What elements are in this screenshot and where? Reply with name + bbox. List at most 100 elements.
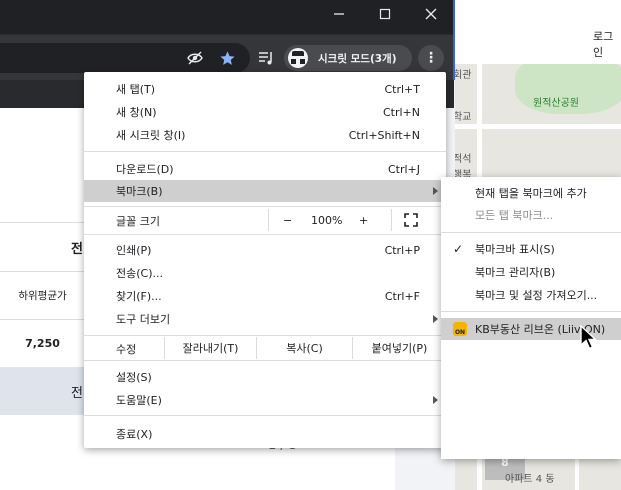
submenu-item-label: 북마크 관리자(B): [475, 266, 556, 279]
zoom-in-button[interactable]: +: [359, 214, 368, 227]
table-cell-value: 7,250: [0, 319, 85, 367]
eye-off-icon: [187, 51, 203, 65]
menu-item-label: 찾기(F)...: [116, 290, 162, 303]
menu-item-new-incognito-window[interactable]: 새 시크릿 창(I) Ctrl+Shift+N: [84, 124, 446, 146]
menu-item-exit[interactable]: 종료(X): [84, 423, 446, 445]
incognito-icon: [288, 48, 308, 68]
zoom-level: 100%: [311, 213, 343, 227]
menu-item-shortcut: Ctrl+J: [387, 162, 420, 176]
submenu-arrow-icon: [433, 396, 438, 404]
menu-item-label: 도움말(E): [116, 394, 162, 407]
submenu-arrow-icon: [433, 315, 438, 323]
secondary-window-header: 로그인: [455, 0, 621, 64]
title-bar: [0, 0, 454, 34]
menu-item-shortcut: Ctrl+T: [384, 82, 420, 96]
map-label: 적석: [455, 154, 472, 165]
map-label: 회관: [455, 70, 472, 81]
menu-item-label: 북마크(B): [116, 185, 163, 198]
reading-list-icon: [259, 52, 272, 65]
menu-item-label: 다운로드(D): [116, 163, 174, 176]
menu-item-label: 인쇄(P): [116, 244, 152, 257]
chrome-main-menu: 새 탭(T) Ctrl+T 새 창(N) Ctrl+N 새 시크릿 창(I) C…: [84, 72, 446, 448]
submenu-item-show-bookmarks-bar[interactable]: ✓ 북마크바 표시(S): [441, 238, 621, 260]
paste-button[interactable]: 붙여넣기(P): [352, 337, 446, 359]
menu-item-settings[interactable]: 설정(S): [84, 366, 446, 388]
menu-item-downloads[interactable]: 다운로드(D) Ctrl+J: [84, 158, 446, 180]
map-label-bottom: 아파트 4 동: [505, 474, 555, 485]
address-bar[interactable]: [0, 43, 250, 73]
table-header: 전: [71, 241, 83, 257]
fullscreen-icon: [404, 213, 418, 227]
menu-separator: [441, 311, 621, 312]
menu-item-label: 새 시크릿 창(I): [116, 129, 186, 142]
incognito-indicator[interactable]: 시크릿 모드(3개): [284, 45, 412, 71]
maximize-button[interactable]: [362, 0, 408, 28]
tracking-protection-button[interactable]: [185, 48, 205, 68]
fullscreen-button[interactable]: [404, 213, 418, 230]
table-column-label: 하위평균가: [0, 271, 85, 319]
bookmark-star-button[interactable]: [217, 48, 237, 68]
reading-list-button[interactable]: [256, 48, 276, 68]
menu-item-cast[interactable]: 전송(C)...: [84, 262, 446, 284]
menu-item-more-tools[interactable]: 도구 더보기: [84, 308, 446, 330]
kb-liiv-on-icon: ON: [453, 322, 467, 336]
menu-item-label: 설정(S): [116, 371, 152, 384]
menu-separator: [84, 335, 446, 336]
menu-item-shortcut: Ctrl+Shift+N: [348, 128, 420, 142]
checkmark-icon: ✓: [453, 242, 464, 256]
zoom-row: 글꼴 크기 − 100% +: [84, 208, 446, 232]
menu-kebab-icon: ⋮: [424, 50, 438, 66]
zoom-controls: − 100% +: [268, 209, 392, 231]
edit-label: 수정: [116, 343, 137, 356]
zoom-label: 글꼴 크기: [116, 215, 160, 228]
minimize-button[interactable]: [316, 0, 362, 28]
menu-item-label: 전송(C)...: [116, 267, 163, 280]
price-table: 전 하위평균가 7,250 전: [0, 222, 85, 415]
menu-item-label: 도구 더보기: [116, 313, 171, 326]
map-label-park: 원적산공원: [533, 98, 579, 109]
menu-item-find[interactable]: 찾기(F)... Ctrl+F: [84, 285, 446, 307]
menu-item-bookmarks[interactable]: 북마크(B): [84, 180, 446, 202]
menu-separator: [84, 206, 446, 207]
minimize-icon: [334, 13, 344, 15]
menu-item-new-tab[interactable]: 새 탭(T) Ctrl+T: [84, 78, 446, 100]
menu-item-label: 새 탭(T): [116, 83, 156, 96]
menu-item-help[interactable]: 도움말(E): [84, 389, 446, 411]
submenu-item-label: 현재 탭을 북마크에 추가: [475, 187, 587, 200]
copy-button[interactable]: 복사(C): [256, 337, 352, 359]
menu-item-shortcut: Ctrl+F: [384, 289, 420, 303]
submenu-item-bookmark-manager[interactable]: 북마크 관리자(B): [441, 261, 621, 283]
maximize-icon: [379, 8, 391, 20]
menu-item-label: 새 창(N): [116, 106, 157, 119]
menu-item-shortcut: Ctrl+N: [382, 105, 420, 119]
submenu-item-label: 모든 탭 북마크...: [475, 209, 554, 222]
menu-item-shortcut: Ctrl+P: [384, 243, 420, 257]
edit-row: 수정 잘라내기(T) 복사(C) 붙여넣기(P): [84, 337, 446, 359]
menu-separator: [84, 234, 446, 235]
submenu-item-bookmark-tab[interactable]: 현재 탭을 북마크에 추가: [441, 182, 621, 204]
star-icon: [219, 50, 235, 65]
table-footer: 전: [0, 367, 85, 415]
submenu-arrow-icon: [433, 187, 438, 195]
cut-button[interactable]: 잘라내기(T): [164, 337, 256, 359]
submenu-item-bookmark-all-tabs[interactable]: 모든 탭 북마크...: [441, 204, 621, 226]
zoom-out-button[interactable]: −: [283, 214, 292, 227]
menu-separator: [84, 415, 446, 416]
chrome-menu-button[interactable]: ⋮: [418, 45, 444, 71]
menu-item-print[interactable]: 인쇄(P) Ctrl+P: [84, 239, 446, 261]
menu-item-label: 종료(X): [116, 428, 153, 441]
close-button[interactable]: [408, 0, 454, 28]
incognito-label: 시크릿 모드(3개): [318, 52, 397, 65]
submenu-item-label: 북마크 및 설정 가져오기...: [475, 289, 598, 302]
close-icon: [425, 8, 437, 20]
mouse-cursor-icon: [580, 325, 598, 350]
bookmarks-submenu: 현재 탭을 북마크에 추가 모든 탭 북마크... ✓ 북마크바 표시(S) 북…: [441, 177, 621, 459]
menu-separator: [441, 232, 621, 233]
submenu-item-import-bookmarks[interactable]: 북마크 및 설정 가져오기...: [441, 284, 621, 306]
submenu-item-label: 북마크바 표시(S): [475, 243, 555, 256]
map-label: 학교: [455, 112, 472, 123]
menu-separator: [84, 151, 446, 152]
login-link[interactable]: 로그인: [593, 28, 621, 60]
menu-item-new-window[interactable]: 새 창(N) Ctrl+N: [84, 101, 446, 123]
menu-separator: [84, 360, 446, 361]
